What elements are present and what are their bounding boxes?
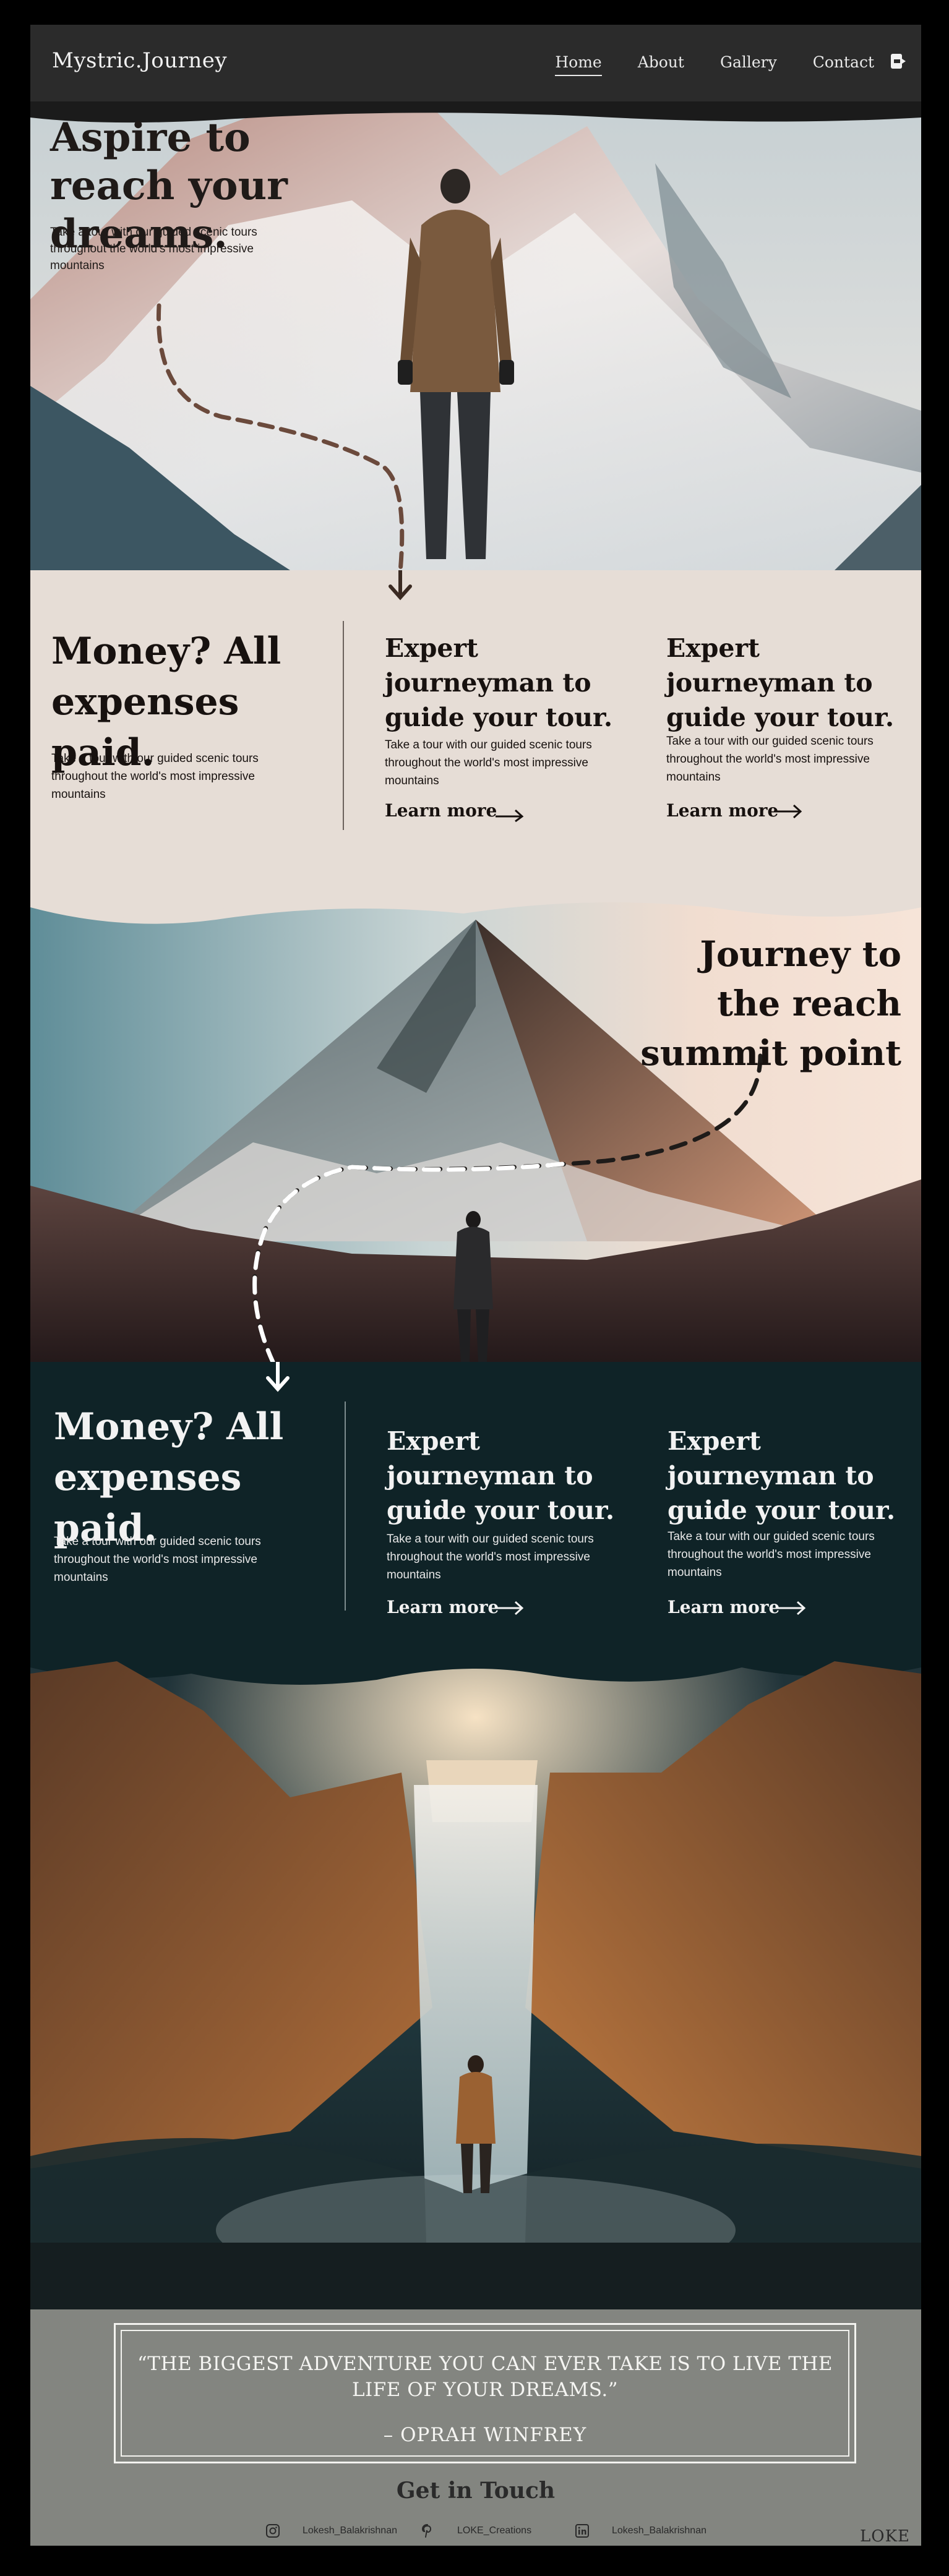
learn-more-link-2[interactable]: Learn more (668, 1597, 779, 1617)
section-text: Take a tour with our guided scenic tours… (54, 1535, 261, 1584)
page: Mystric.Journey Home About Gallery Conta… (30, 25, 921, 2546)
feature-title-2: Expert journeyman to guide your tour. (666, 633, 895, 732)
navbar: Mystric.Journey Home About Gallery Conta… (30, 25, 921, 101)
quote-author: – OPRAH WINFREY (383, 2424, 587, 2446)
brand-logo[interactable]: Mystric.Journey (52, 48, 227, 73)
feature-title-1: Expert journeyman to guide your tour. (387, 1426, 615, 1525)
features-section-light: Money? All expenses paid. Take a tour wi… (30, 570, 921, 883)
divider (345, 1401, 346, 1611)
hero-section: Aspire to reach your dreams. Take a tour… (30, 101, 921, 570)
arrow-down-icon (266, 1362, 290, 1392)
arrow-right-icon[interactable] (494, 805, 524, 823)
social-label[interactable]: Lokesh_Balakrishnan (612, 2525, 706, 2536)
learn-more-link-1[interactable]: Learn more (385, 800, 497, 821)
social-label[interactable]: Lokesh_Balakrishnan (303, 2525, 397, 2536)
nav-link-gallery[interactable]: Gallery (720, 53, 777, 76)
summit-title: Journey to the reach summit point (640, 934, 901, 1074)
nav-link-home[interactable]: Home (555, 53, 602, 76)
learn-more-link-2[interactable]: Learn more (666, 800, 778, 821)
arrow-right-icon[interactable] (773, 803, 802, 820)
feature-text-1: Take a tour with our guided scenic tours… (385, 738, 592, 787)
feature-text-2: Take a tour with our guided scenic tours… (668, 1530, 875, 1579)
waterfall-image (30, 1637, 921, 2309)
social-label[interactable]: LOKE_Creations (457, 2525, 531, 2536)
arrow-right-icon[interactable] (494, 1599, 524, 1617)
feature-text-2: Take a tour with our guided scenic tours… (666, 735, 874, 784)
summit-section: Journey to the reach summit point (30, 883, 921, 1362)
social-instagram[interactable]: Lokesh_Balakrishnan (265, 2523, 397, 2538)
features-section-dark: Money? All expenses paid. Take a tour wi… (30, 1362, 921, 1637)
hero-subtitle: Take a tour with our guided scenic tours… (50, 226, 257, 272)
divider (343, 621, 344, 830)
learn-more-link-1[interactable]: Learn more (387, 1597, 499, 1617)
feature-title-1: Expert journeyman to guide your tour. (385, 633, 613, 732)
feature-title-2: Expert journeyman to guide your tour. (668, 1426, 896, 1525)
quote-box: “THE BIGGEST ADVENTURE YOU CAN EVER TAKE… (114, 2323, 856, 2463)
arrow-right-icon[interactable] (776, 1599, 806, 1617)
footer: “THE BIGGEST ADVENTURE YOU CAN EVER TAKE… (30, 2309, 921, 2546)
logout-icon[interactable] (889, 52, 908, 71)
arrow-down-icon (389, 570, 412, 601)
waterfall-section (30, 1637, 921, 2309)
quote-text: “THE BIGGEST ADVENTURE YOU CAN EVER TAKE… (137, 2353, 833, 2401)
nav-link-about[interactable]: About (638, 53, 684, 76)
nav-link-contact[interactable]: Contact (813, 53, 874, 76)
social-linkedin[interactable]: Lokesh_Balakrishnan (575, 2523, 706, 2538)
get-in-touch-heading: Get in Touch (396, 2478, 556, 2504)
section-title: Money? All expenses paid. (54, 1405, 284, 1550)
social-links: Lokesh_Balakrishnan LOKE_Creations Lokes… (265, 2523, 711, 2542)
linkedin-icon (575, 2524, 589, 2538)
instagram-icon (266, 2524, 280, 2538)
pinterest-icon (421, 2524, 432, 2538)
feature-text-1: Take a tour with our guided scenic tours… (387, 1533, 594, 1581)
footer-logo: LOKE (860, 2527, 910, 2546)
section-text: Take a tour with our guided scenic tours… (51, 752, 259, 801)
nav-links: Home About Gallery Contact (555, 53, 874, 76)
social-pinterest[interactable]: LOKE_Creations (420, 2523, 531, 2538)
